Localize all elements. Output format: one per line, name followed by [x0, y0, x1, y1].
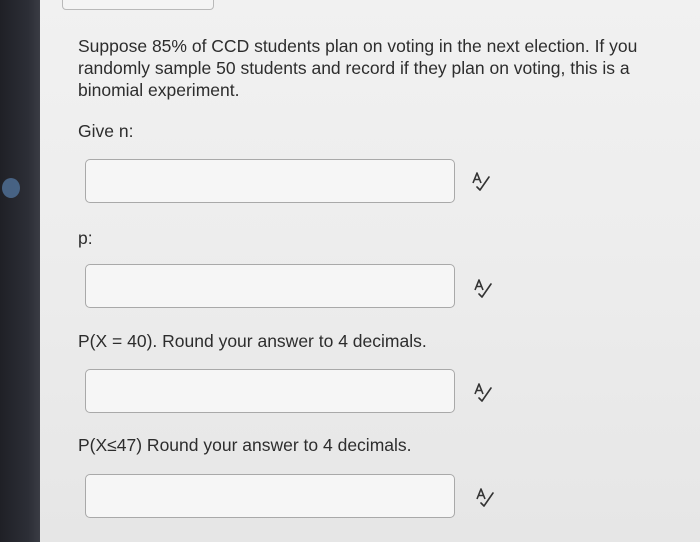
n-input[interactable]: [85, 159, 455, 203]
question-text: Suppose 85% of CCD students plan on voti…: [78, 36, 638, 100]
field-label-n: Give n:: [78, 121, 134, 141]
p-x-equals-40-input[interactable]: [85, 369, 455, 413]
field-label-p: p:: [78, 228, 93, 248]
spellcheck-icon[interactable]: [473, 278, 493, 298]
spellcheck-icon[interactable]: [473, 382, 493, 402]
spellcheck-icon[interactable]: [475, 487, 495, 507]
p-input[interactable]: [85, 264, 455, 308]
p-x-le-47-input[interactable]: [85, 474, 455, 518]
question-panel: Suppose 85% of CCD students plan on voti…: [40, 0, 700, 542]
field-label-p-x-equals-40: P(X = 40). Round your answer to 4 decima…: [78, 331, 427, 351]
previous-answer-box[interactable]: [62, 0, 214, 10]
side-indicator: [2, 178, 20, 198]
field-label-p-x-le-47: P(X≤47) Round your answer to 4 decimals.: [78, 435, 412, 455]
spellcheck-icon[interactable]: [471, 171, 491, 191]
device-bezel: [0, 0, 40, 542]
